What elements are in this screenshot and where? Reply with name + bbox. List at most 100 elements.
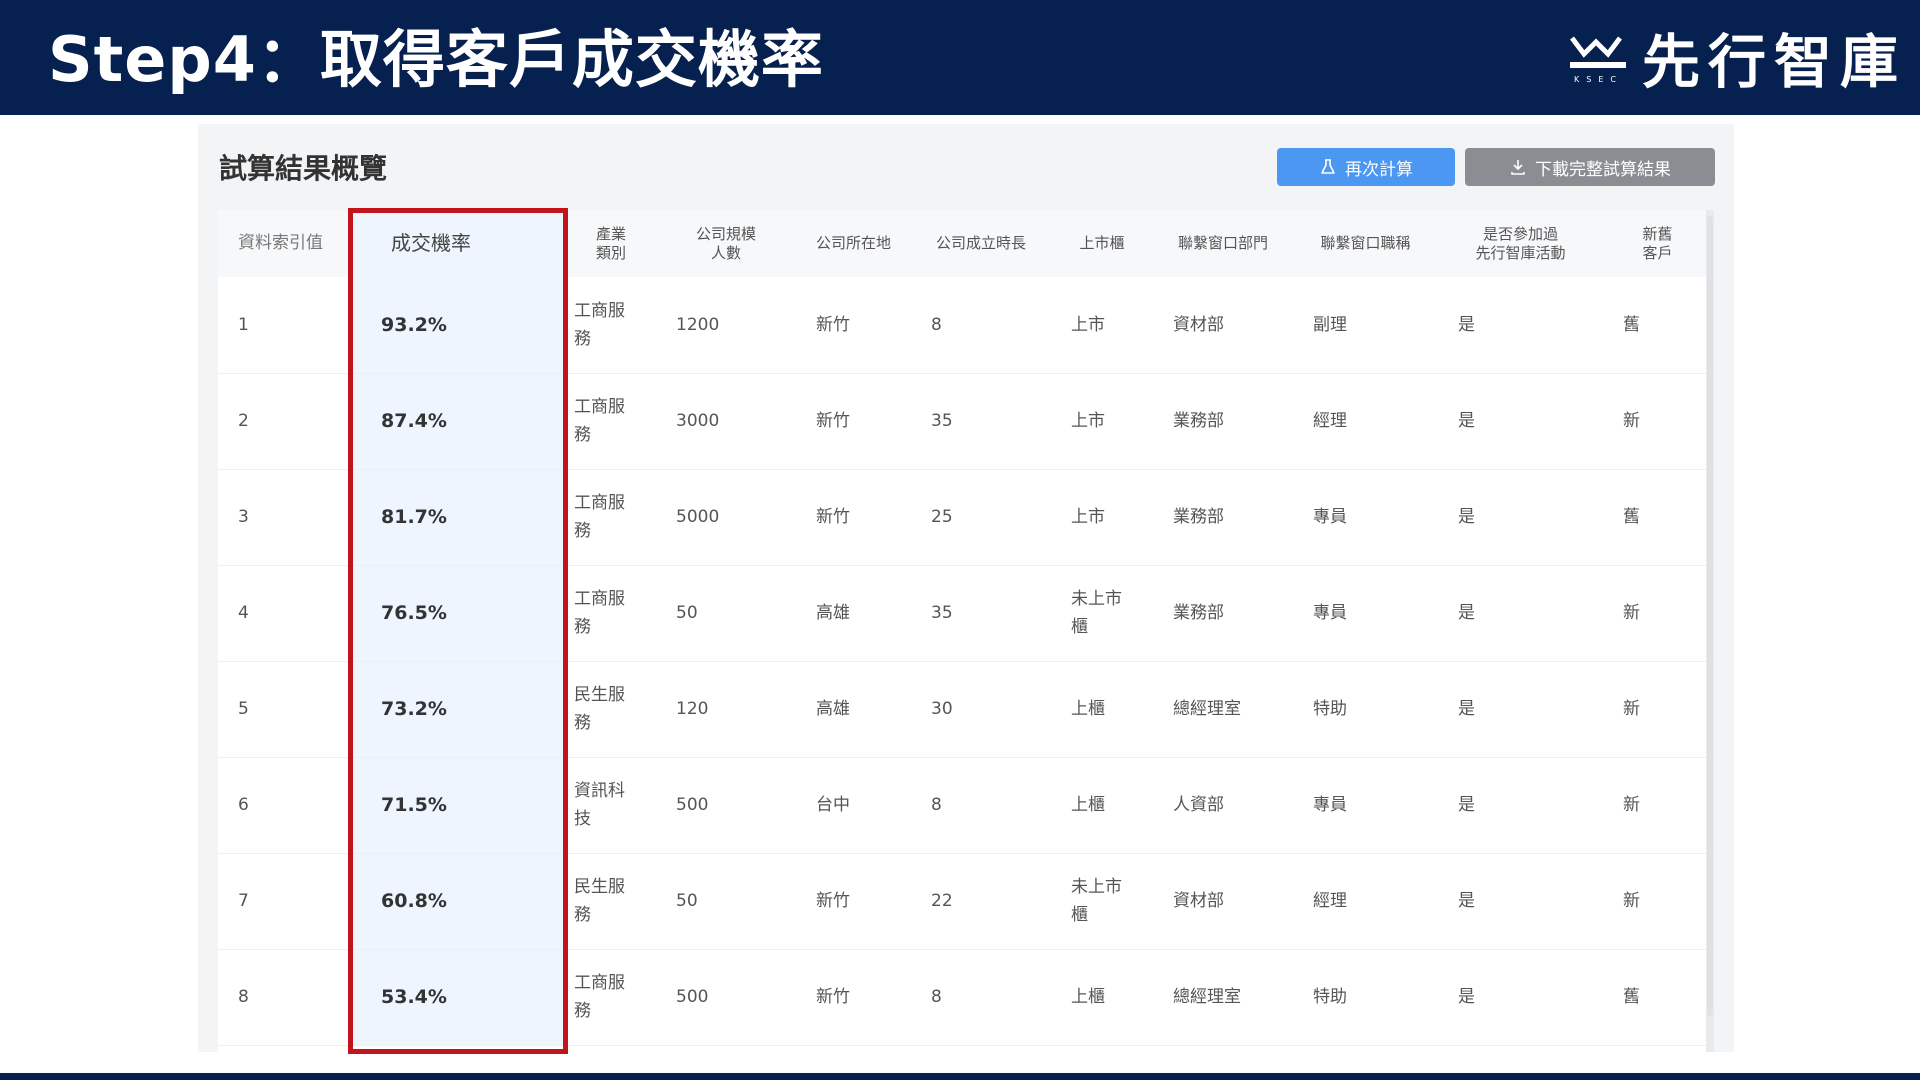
cell-industry: 工商服務 [566, 277, 656, 374]
table-row[interactable]: 7 60.8% 民生服務 50 新竹 22 未上市櫃資材部 經理是新 [218, 853, 1712, 950]
table-scrollbar-thumb[interactable] [1707, 216, 1713, 1016]
table-row[interactable]: 5 73.2% 民生服務 120 高雄 30 上櫃 總經理室 特助是新 [218, 661, 1712, 758]
cell-company-size: 1200 [656, 277, 796, 374]
cell-index: 6 [218, 757, 348, 854]
cell-listing: 上市 [1051, 469, 1153, 566]
cell-win-probability: 87.4% [348, 373, 566, 470]
cell-customer-type: 新 [1603, 757, 1712, 854]
cell-location: 新竹 [796, 469, 911, 566]
cell-attended-event: 是 [1438, 277, 1603, 374]
header-customer-type: 新舊 客戶 [1642, 224, 1673, 262]
table-row[interactable]: 6 71.5% 資訊科技 500 台中 8 上櫃 人資部 專員是新 [218, 757, 1712, 854]
cell-listing: 上櫃 [1051, 757, 1153, 854]
cell-location: 新竹 [796, 373, 911, 470]
cell-win-probability: 71.5% [348, 757, 566, 854]
table-body: 1 93.2% 工商服務 1200 新竹 8 上市 資材部 副理是舊 2 87.4% 工商服務 3000… [218, 277, 1712, 1046]
cell-win-probability: 81.7% [348, 469, 566, 566]
cell-win-probability: 53.4% [348, 949, 566, 1046]
results-table-container: 資料索引值 成交機率 產業 類別 公司規模 人數 公司所在地 公司成立時長 上市櫃 聯繫窗口部門 聯… [218, 210, 1712, 1052]
cell-listing: 上櫃 [1051, 661, 1153, 758]
cell-contact-department: 業務部 [1153, 469, 1293, 566]
cell-contact-title: 特助 [1293, 661, 1438, 758]
download-icon [1511, 160, 1525, 175]
cell-customer-type: 舊 [1603, 277, 1712, 374]
table-row[interactable]: 2 87.4% 工商服務 3000 新竹 35 上市 業務部 經理是新 [218, 373, 1712, 470]
flask-icon [1321, 159, 1335, 174]
cell-company-size: 500 [656, 949, 796, 1046]
brand: KSEC 先行智庫 [1568, 22, 1906, 96]
cell-company-age: 22 [911, 853, 1051, 950]
cell-listing: 未上市櫃 [1051, 853, 1153, 950]
cell-win-probability: 76.5% [348, 565, 566, 662]
cell-customer-type: 舊 [1603, 949, 1712, 1046]
cell-index: 4 [218, 565, 348, 662]
cell-attended-event: 是 [1438, 565, 1603, 662]
cell-customer-type: 新 [1603, 853, 1712, 950]
table-row[interactable]: 4 76.5% 工商服務 50 高雄 35 未上市櫃業務部 專員是新 [218, 565, 1712, 662]
header-location: 公司所在地 [815, 234, 891, 252]
cell-company-age: 8 [911, 949, 1051, 1046]
cell-company-size: 120 [656, 661, 796, 758]
cell-contact-department: 資材部 [1153, 853, 1293, 950]
cell-company-age: 30 [911, 661, 1051, 758]
cell-attended-event: 是 [1438, 661, 1603, 758]
header-attended-event: 是否參加過 先行智庫活動 [1475, 224, 1566, 262]
cell-contact-title: 經理 [1293, 853, 1438, 950]
table-row[interactable]: 3 81.7% 工商服務 5000 新竹 25 上市 業務部 專員是舊 [218, 469, 1712, 566]
header-company-age: 公司成立時長 [935, 234, 1026, 252]
cell-contact-title: 經理 [1293, 373, 1438, 470]
download-results-button[interactable]: 下載完整試算結果 [1465, 148, 1715, 186]
recalculate-button[interactable]: 再次計算 [1277, 148, 1455, 186]
cell-location: 新竹 [796, 853, 911, 950]
cell-company-age: 8 [911, 277, 1051, 374]
cell-contact-department: 資材部 [1153, 277, 1293, 374]
cell-contact-department: 業務部 [1153, 373, 1293, 470]
cell-industry: 民生服務 [566, 853, 656, 950]
cell-industry: 民生服務 [566, 661, 656, 758]
cell-industry: 工商服務 [566, 565, 656, 662]
header-contact-title: 聯繫窗口職稱 [1320, 234, 1411, 252]
cell-attended-event: 是 [1438, 469, 1603, 566]
cell-index: 1 [218, 277, 348, 374]
cell-company-size: 50 [656, 853, 796, 950]
cell-location: 台中 [796, 757, 911, 854]
cell-company-size: 3000 [656, 373, 796, 470]
cell-company-age: 35 [911, 565, 1051, 662]
cell-company-age: 8 [911, 757, 1051, 854]
results-table: 資料索引值 成交機率 產業 類別 公司規模 人數 公司所在地 公司成立時長 上市櫃 聯繫窗口部門 聯… [218, 210, 1712, 1046]
cell-index: 2 [218, 373, 348, 470]
cell-location: 新竹 [796, 277, 911, 374]
header-win-probability: 成交機率 [348, 210, 566, 277]
brand-sub: KSEC [1574, 75, 1623, 84]
cell-industry: 工商服務 [566, 469, 656, 566]
cell-industry: 資訊科技 [566, 757, 656, 854]
slide-header-banner: Step4：取得客戶成交機率 KSEC 先行智庫 [0, 0, 1920, 115]
cell-company-size: 500 [656, 757, 796, 854]
cell-industry: 工商服務 [566, 373, 656, 470]
header-index: 資料索引值 [238, 233, 323, 253]
brand-name: 先行智庫 [1641, 28, 1906, 96]
cell-contact-department: 人資部 [1153, 757, 1293, 854]
table-header-row: 資料索引值 成交機率 產業 類別 公司規模 人數 公司所在地 公司成立時長 上市櫃 聯繫窗口部門 聯… [218, 210, 1712, 277]
cell-customer-type: 新 [1603, 661, 1712, 758]
cell-contact-title: 副理 [1293, 277, 1438, 374]
cell-contact-department: 總經理室 [1153, 661, 1293, 758]
table-row[interactable]: 1 93.2% 工商服務 1200 新竹 8 上市 資材部 副理是舊 [218, 277, 1712, 374]
cell-attended-event: 是 [1438, 373, 1603, 470]
cell-contact-title: 專員 [1293, 565, 1438, 662]
results-panel: 試算結果概覽 再次計算 下載完整試算結果 資料索引值 成交機率 產業 類別 公司規模 人數… [198, 124, 1734, 1052]
cell-listing: 未上市櫃 [1051, 565, 1153, 662]
cell-attended-event: 是 [1438, 853, 1603, 950]
cell-index: 5 [218, 661, 348, 758]
recalculate-label: 再次計算 [1345, 159, 1413, 180]
cell-contact-title: 特助 [1293, 949, 1438, 1046]
cell-win-probability: 60.8% [348, 853, 566, 950]
cell-win-probability: 73.2% [348, 661, 566, 758]
cell-contact-department: 總經理室 [1153, 949, 1293, 1046]
cell-customer-type: 新 [1603, 565, 1712, 662]
cell-listing: 上市 [1051, 373, 1153, 470]
ksec-logo-icon: KSEC [1569, 36, 1626, 84]
table-row[interactable]: 8 53.4% 工商服務 500 新竹 8 上櫃 總經理室 特助是舊 [218, 949, 1712, 1046]
cell-attended-event: 是 [1438, 757, 1603, 854]
cell-company-size: 5000 [656, 469, 796, 566]
